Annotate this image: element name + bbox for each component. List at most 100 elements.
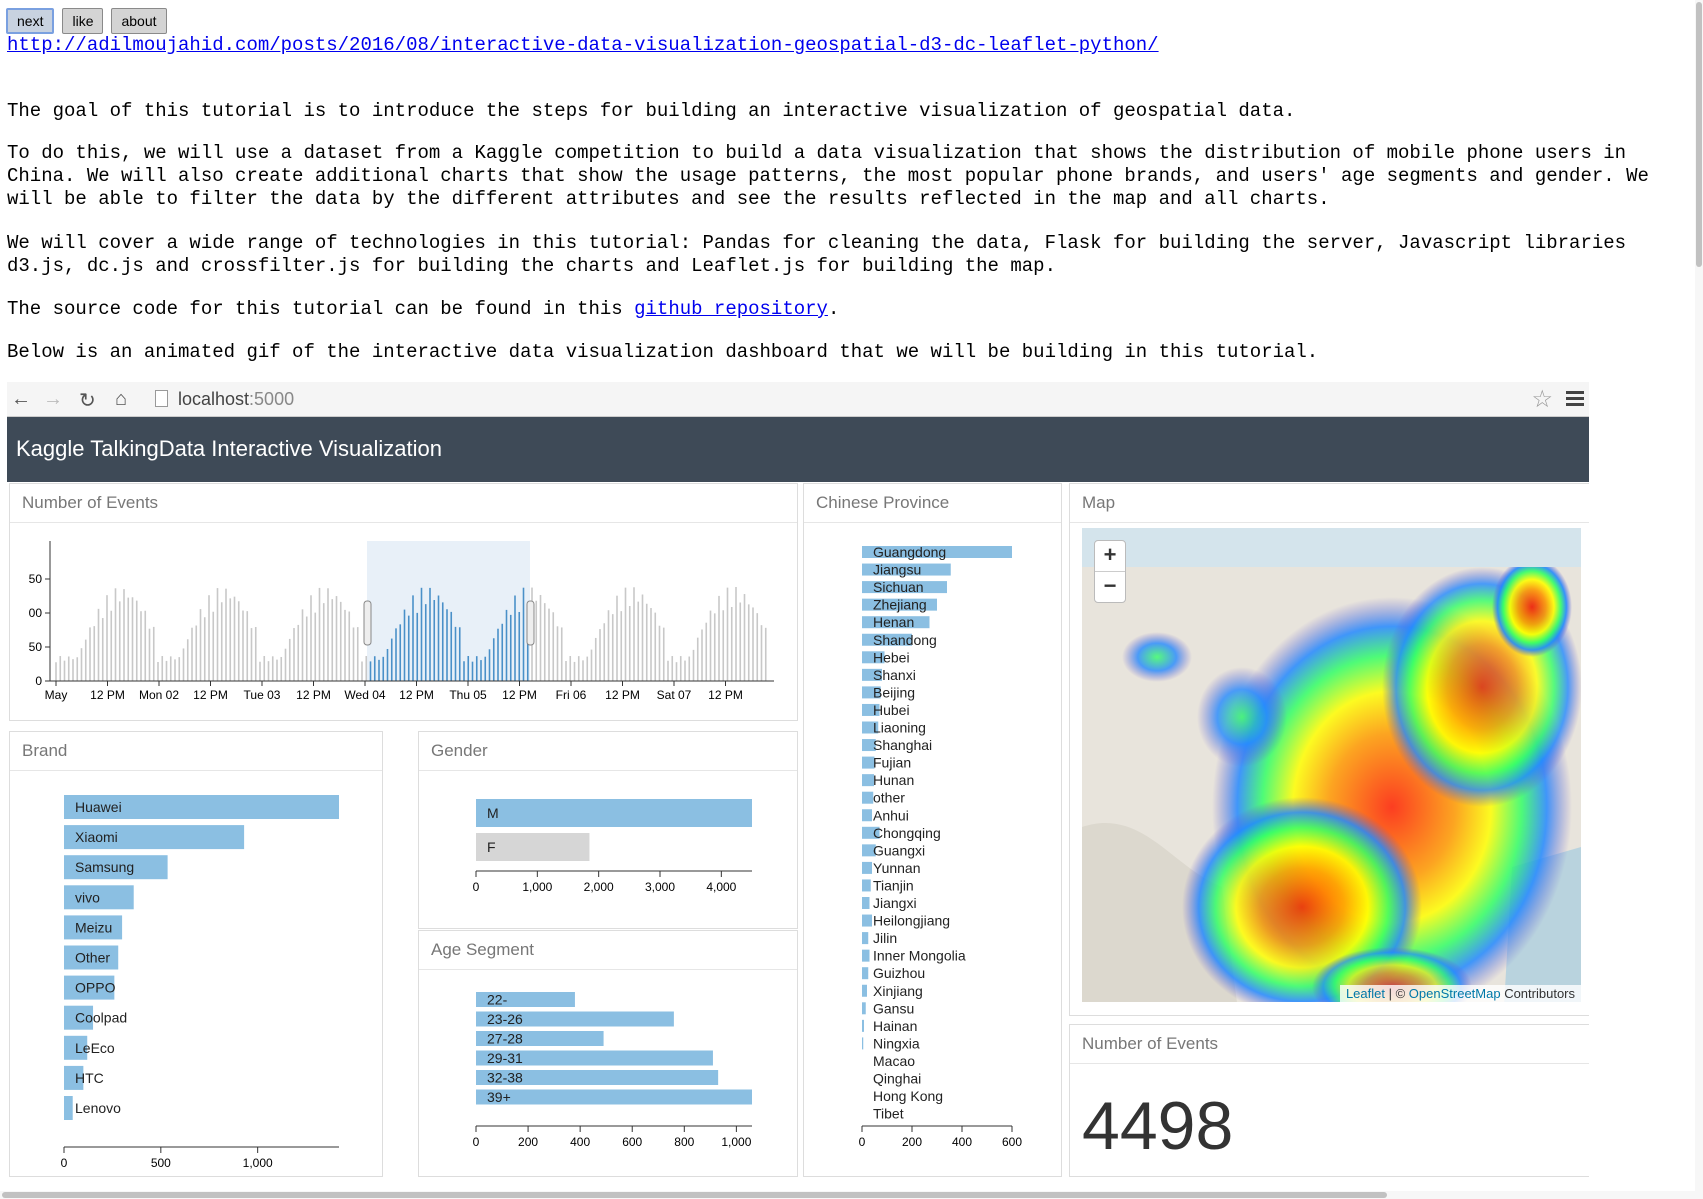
- leaflet-link[interactable]: Leaflet: [1346, 986, 1385, 1001]
- province-title: Chinese Province: [804, 484, 1061, 523]
- x-tick-label: 400: [570, 1135, 590, 1149]
- label-coolpad: Coolpad: [75, 1010, 127, 1026]
- bar-jilin: [862, 932, 869, 945]
- attrib-sep: | ©: [1385, 986, 1409, 1001]
- label-anhui: Anhui: [873, 807, 909, 823]
- forward-arrow-icon: →: [43, 388, 63, 410]
- back-arrow-icon: ←: [11, 388, 31, 410]
- gif-intro-paragraph: Below is an animated gif of the interact…: [7, 341, 1319, 363]
- label-henan: Henan: [873, 614, 914, 630]
- x-tick-label: Tue 03: [244, 688, 281, 702]
- y-tick-label: 50: [29, 640, 43, 654]
- home-icon: ⌂: [115, 388, 128, 410]
- label-m: M: [487, 805, 499, 821]
- horizontal-scroll-thumb[interactable]: [2, 1192, 1387, 1198]
- label-shanxi: Shanxi: [873, 667, 916, 683]
- x-tick-label: 200: [518, 1135, 538, 1149]
- label-beijing: Beijing: [873, 684, 915, 700]
- next-button[interactable]: next: [6, 8, 55, 34]
- x-tick-label: 2,000: [584, 880, 614, 894]
- address-host: localhost: [178, 389, 250, 409]
- hamburger-menu-icon: [1566, 388, 1584, 409]
- bar-ningxia: [862, 1037, 864, 1050]
- zoom-out-button[interactable]: −: [1095, 571, 1125, 602]
- count-panel: Number of Events 4498: [1069, 1024, 1589, 1177]
- label-f: F: [487, 839, 496, 855]
- label-tibet: Tibet: [873, 1106, 904, 1122]
- x-tick-label: 12 PM: [399, 688, 434, 702]
- heatmap-map[interactable]: + − Leaflet | © OpenStreetMap Contributo…: [1082, 528, 1581, 1002]
- like-button[interactable]: like: [62, 8, 104, 34]
- x-tick-label: 1,000: [243, 1156, 273, 1170]
- source-url-link[interactable]: http://adilmoujahid.com/posts/2016/08/in…: [7, 34, 1159, 56]
- x-tick-label: May: [45, 688, 68, 702]
- event-count-value: 4498: [1082, 1088, 1234, 1164]
- label-leeco: LeEco: [75, 1040, 115, 1056]
- app-header: Kaggle TalkingData Interactive Visualiza…: [7, 417, 1589, 482]
- zoom-in-button[interactable]: +: [1095, 541, 1125, 571]
- zoom-control: + −: [1094, 540, 1126, 603]
- map-attribution: Leaflet | © OpenStreetMap Contributors: [1339, 985, 1581, 1002]
- map-panel: Map + − Leaflet | © OpenStreetMap Contri…: [1069, 483, 1589, 1016]
- x-tick-label: 12 PM: [193, 688, 228, 702]
- x-tick-label: 0: [473, 1135, 480, 1149]
- label-sichuan: Sichuan: [873, 579, 924, 595]
- label-gansu: Gansu: [873, 1000, 914, 1016]
- github-repository-link[interactable]: github repository: [634, 298, 828, 320]
- count-title: Number of Events: [1070, 1025, 1589, 1064]
- horizontal-scrollbar[interactable]: [0, 1191, 1703, 1199]
- label-jiangxi: Jiangxi: [873, 895, 917, 911]
- x-tick-label: 12 PM: [708, 688, 743, 702]
- page-icon: [155, 390, 168, 407]
- x-tick-label: Thu 05: [449, 688, 487, 702]
- openstreetmap-link[interactable]: OpenStreetMap: [1409, 986, 1501, 1001]
- vertical-scrollbar[interactable]: [1695, 0, 1703, 1199]
- label-shandong: Shandong: [873, 632, 937, 648]
- label-23-26: 23-26: [487, 1011, 523, 1027]
- x-tick-label: 0: [61, 1156, 68, 1170]
- x-tick-label: 12 PM: [605, 688, 640, 702]
- bar-yunnan: [862, 861, 872, 874]
- y-tick-label: 0: [35, 674, 42, 688]
- label-oppo: OPPO: [75, 980, 116, 996]
- period-text: .: [827, 298, 840, 320]
- x-tick-label: 12 PM: [502, 688, 537, 702]
- brand-title: Brand: [10, 732, 382, 771]
- x-tick-label: 200: [902, 1135, 922, 1149]
- events-time-chart: 0 50 00 50 May 12 PM Mon 02 12 PM Tue 03 12 PM Wed…: [29, 541, 774, 702]
- label-zhejiang: Zhejiang: [873, 597, 927, 613]
- bar-xinjiang: [862, 984, 867, 997]
- label-jilin: Jilin: [873, 930, 897, 946]
- brand-panel: Brand Huawei Xiaomi Samsung vivo Meizu Other O…: [9, 731, 383, 1177]
- y-tick-label: 00: [29, 606, 43, 620]
- vertical-scroll-thumb[interactable]: [1696, 2, 1702, 267]
- label-lenovo: Lenovo: [75, 1100, 121, 1116]
- bar-jiangxi: [862, 897, 870, 909]
- dataset-paragraph: To do this, we will use a dataset from a…: [7, 142, 1649, 210]
- x-tick-label: 0: [473, 880, 480, 894]
- label-yunnan: Yunnan: [873, 860, 921, 876]
- label-hainan: Hainan: [873, 1018, 917, 1034]
- x-tick-label: 600: [1002, 1135, 1022, 1149]
- top-nav: next like about: [6, 8, 167, 34]
- events-time-title: Number of Events: [10, 484, 797, 523]
- address-bar: localhost:5000: [155, 389, 294, 410]
- app-title: Kaggle TalkingData Interactive Visualiza…: [16, 436, 443, 461]
- brand-chart: Huawei Xiaomi Samsung vivo Meizu Other OPPO Coo…: [61, 795, 339, 1170]
- x-tick-label: Fri 06: [556, 688, 587, 702]
- x-tick-label: 600: [622, 1135, 642, 1149]
- x-tick-label: 12 PM: [296, 688, 331, 702]
- attrib-contrib: Contributors: [1500, 986, 1575, 1001]
- label-guangdong: Guangdong: [873, 544, 946, 560]
- bar-heilongjiang: [862, 914, 872, 927]
- map-title: Map: [1070, 484, 1589, 523]
- y-tick-label: 50: [29, 572, 43, 586]
- x-tick-label: Wed 04: [344, 688, 385, 702]
- about-button[interactable]: about: [111, 8, 167, 34]
- age-chart: 22- 23-26 27-28 29-31 32-38 39+ 0 200 400 600 800 1…: [473, 992, 752, 1149]
- label-32-38: 32-38: [487, 1070, 523, 1086]
- label-hong-kong: Hong Kong: [873, 1088, 943, 1104]
- label-macao: Macao: [873, 1053, 915, 1069]
- x-tick-label: 12 PM: [90, 688, 125, 702]
- browser-toolbar: ← → ↻ ⌂ localhost:5000 ☆: [7, 382, 1589, 417]
